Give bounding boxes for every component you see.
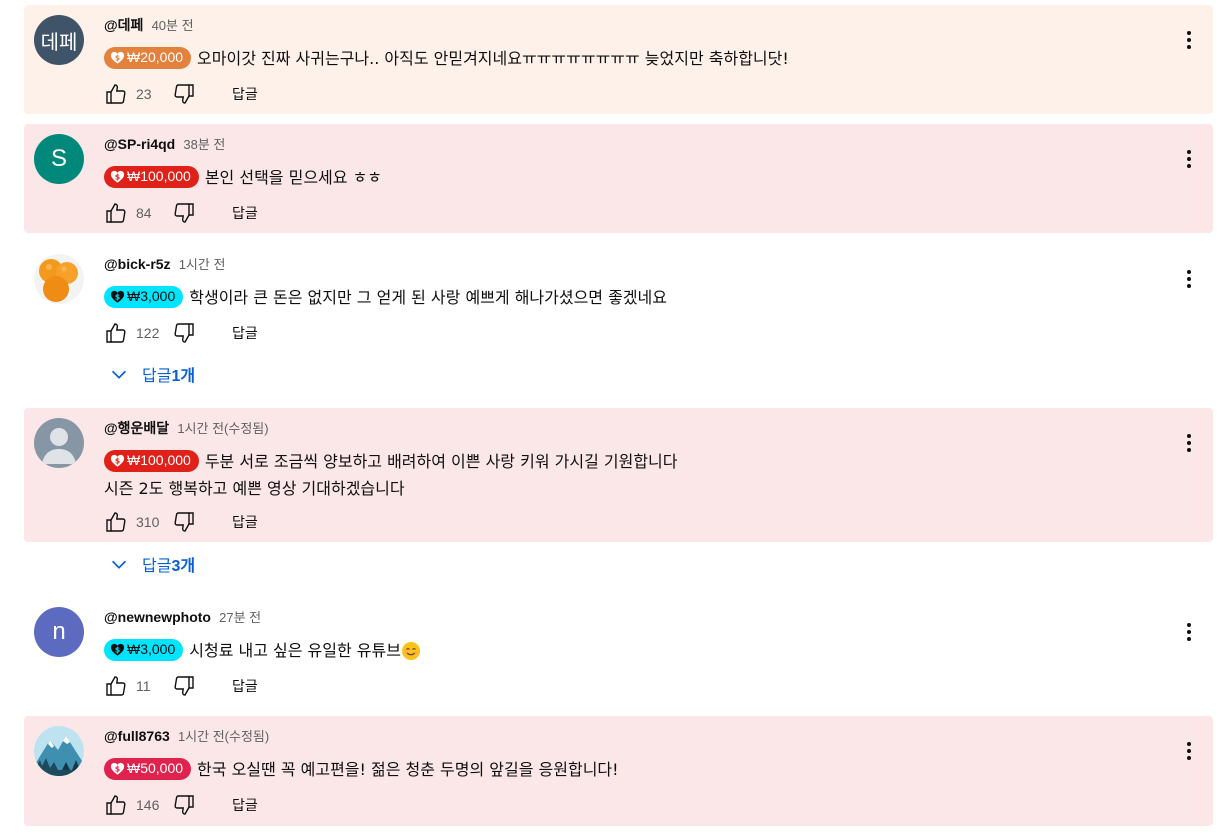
reply-button[interactable]: 답글 [232,323,258,343]
dislike-icon[interactable] [172,793,196,817]
comment-text: 본인 선택을 믿으세요 ㅎㅎ [204,168,383,187]
svg-text:$: $ [115,292,120,301]
reply-button[interactable]: 답글 [232,512,258,532]
view-replies-button[interactable]: 답글 1개 [108,362,195,386]
comment-author[interactable]: @bick-r5z [104,256,171,272]
super-thanks-icon: $ [110,290,125,303]
more-options-icon[interactable] [1177,28,1201,52]
like-count: 310 [136,514,160,530]
like-count: 84 [136,205,152,221]
super-thanks-icon: $ [110,762,125,775]
replies-label: 답글 [142,556,172,575]
super-thanks-icon: $ [110,170,125,183]
comment-author[interactable]: @full8763 [104,728,170,744]
super-thanks-badge: $ ₩20,000 [104,46,192,69]
more-options-icon[interactable] [1177,267,1201,291]
comment-author[interactable]: @newnewphoto [104,609,211,625]
chevron-down-icon [111,560,127,569]
like-count: 23 [136,86,152,102]
super-thanks-amount: ₩100,000 [127,452,191,468]
comment-author[interactable]: @SP-ri4qd [104,136,175,152]
replies-count: 3개 [171,558,196,575]
like-icon[interactable] [104,510,128,534]
super-thanks-badge: $ ₩3,000 [104,638,184,661]
more-options-icon[interactable] [1177,147,1201,171]
super-thanks-amount: ₩100,000 [127,168,191,184]
svg-text:$: $ [115,53,120,62]
comment-time[interactable]: 1시간 전(수정됨) [178,729,269,744]
smiling-face-emoji-icon [401,641,420,660]
svg-text:$: $ [115,764,120,773]
comment-item: @full8763 1시간 전(수정됨) $ ₩50,000 한국 오실땐 꼭 … [24,716,1213,826]
super-thanks-amount: ₩50,000 [127,760,184,776]
dislike-icon[interactable] [172,321,196,345]
like-count: 122 [136,325,160,341]
super-thanks-badge: $ ₩50,000 [104,757,192,780]
avatar[interactable] [34,254,84,304]
comment-text: 학생이라 큰 돈은 없지만 그 얻게 된 사랑 예쁘게 해나가셨으면 좋겠네요 [189,288,667,307]
comment-time[interactable]: 1시간 전 [179,257,226,272]
super-thanks-badge: $ ₩100,000 [104,449,199,472]
chevron-down-icon [111,370,127,379]
comment-author[interactable]: @데페 [104,17,143,33]
orange-fruit-avatar-icon [34,254,84,304]
comment-item: @행운배달 1시간 전(수정됨) $ ₩100,000 두분 서로 조금씩 양보… [24,408,1213,542]
replies-count: 1개 [171,368,196,385]
avatar[interactable]: S [34,134,84,184]
super-thanks-amount: ₩3,000 [127,641,176,657]
comment-item: n @newnewphoto 27분 전 $ ₩3,000 시청료 내고 싶은 … [24,597,1213,706]
reply-button[interactable]: 답글 [232,203,258,223]
super-thanks-badge: $ ₩3,000 [104,285,184,308]
comment-text: 오마이갓 진짜 사귀는구나.. 아직도 안믿겨지네요ㅠㅠㅠㅠㅠㅠㅠㅠ 늦었지만 … [197,49,789,68]
comment-author[interactable]: @행운배달 [104,420,169,436]
reply-button[interactable]: 답글 [232,84,258,104]
dislike-icon[interactable] [172,201,196,225]
more-options-icon[interactable] [1177,431,1201,455]
avatar[interactable]: 데페 [34,15,84,65]
more-options-icon[interactable] [1177,739,1201,763]
like-icon[interactable] [104,674,128,698]
svg-text:$: $ [115,456,120,465]
comment-text: 시청료 내고 싶은 유일한 유튜브 [189,641,401,660]
comment-time[interactable]: 1시간 전(수정됨) [177,421,268,436]
comment-item: @bick-r5z 1시간 전 $ ₩3,000 학생이라 큰 돈은 없지만 그… [24,244,1213,354]
view-replies-button[interactable]: 답글 3개 [108,552,195,576]
comment-list: 데페 @데페 40분 전 $ ₩20,000 오마이갓 진짜 사귀는구나.. 아… [0,0,1222,833]
svg-text:$: $ [115,172,120,181]
mountain-landscape-avatar-icon [34,726,84,776]
reply-button[interactable]: 답글 [232,676,258,696]
comment-time[interactable]: 40분 전 [152,18,194,33]
svg-text:$: $ [115,645,120,654]
dislike-icon[interactable] [172,82,196,106]
like-icon[interactable] [104,82,128,106]
avatar[interactable] [34,418,84,468]
comment-text-line-2: 시즌 2도 행복하고 예쁜 영상 기대하겠습니다 [104,479,405,498]
super-thanks-icon: $ [110,643,125,656]
super-thanks-icon: $ [110,51,125,64]
dislike-icon[interactable] [172,510,196,534]
comment-text: 두분 서로 조금씩 양보하고 배려하여 이쁜 사랑 키워 가시길 기원합니다 [204,452,678,471]
like-icon[interactable] [104,201,128,225]
like-icon[interactable] [104,321,128,345]
like-icon[interactable] [104,793,128,817]
avatar[interactable] [34,726,84,776]
comment-item: S @SP-ri4qd 38분 전 $ ₩100,000 본인 선택을 믿으세요… [24,124,1213,233]
comment-item: 데페 @데페 40분 전 $ ₩20,000 오마이갓 진짜 사귀는구나.. 아… [24,5,1213,114]
super-thanks-badge: $ ₩100,000 [104,165,199,188]
replies-label: 답글 [142,366,172,385]
reply-button[interactable]: 답글 [232,795,258,815]
default-user-icon [42,428,76,464]
avatar[interactable]: n [34,607,84,657]
comment-time[interactable]: 38분 전 [183,137,225,152]
super-thanks-amount: ₩20,000 [127,49,184,65]
like-count: 11 [136,678,151,694]
super-thanks-amount: ₩3,000 [127,288,176,304]
comment-time[interactable]: 27분 전 [219,610,261,625]
like-count: 146 [136,797,160,813]
comment-text: 한국 오실땐 꼭 예고편을! 젊은 청춘 두명의 앞길을 응원합니다! [197,760,619,779]
super-thanks-icon: $ [110,454,125,467]
dislike-icon[interactable] [172,674,196,698]
more-options-icon[interactable] [1177,620,1201,644]
